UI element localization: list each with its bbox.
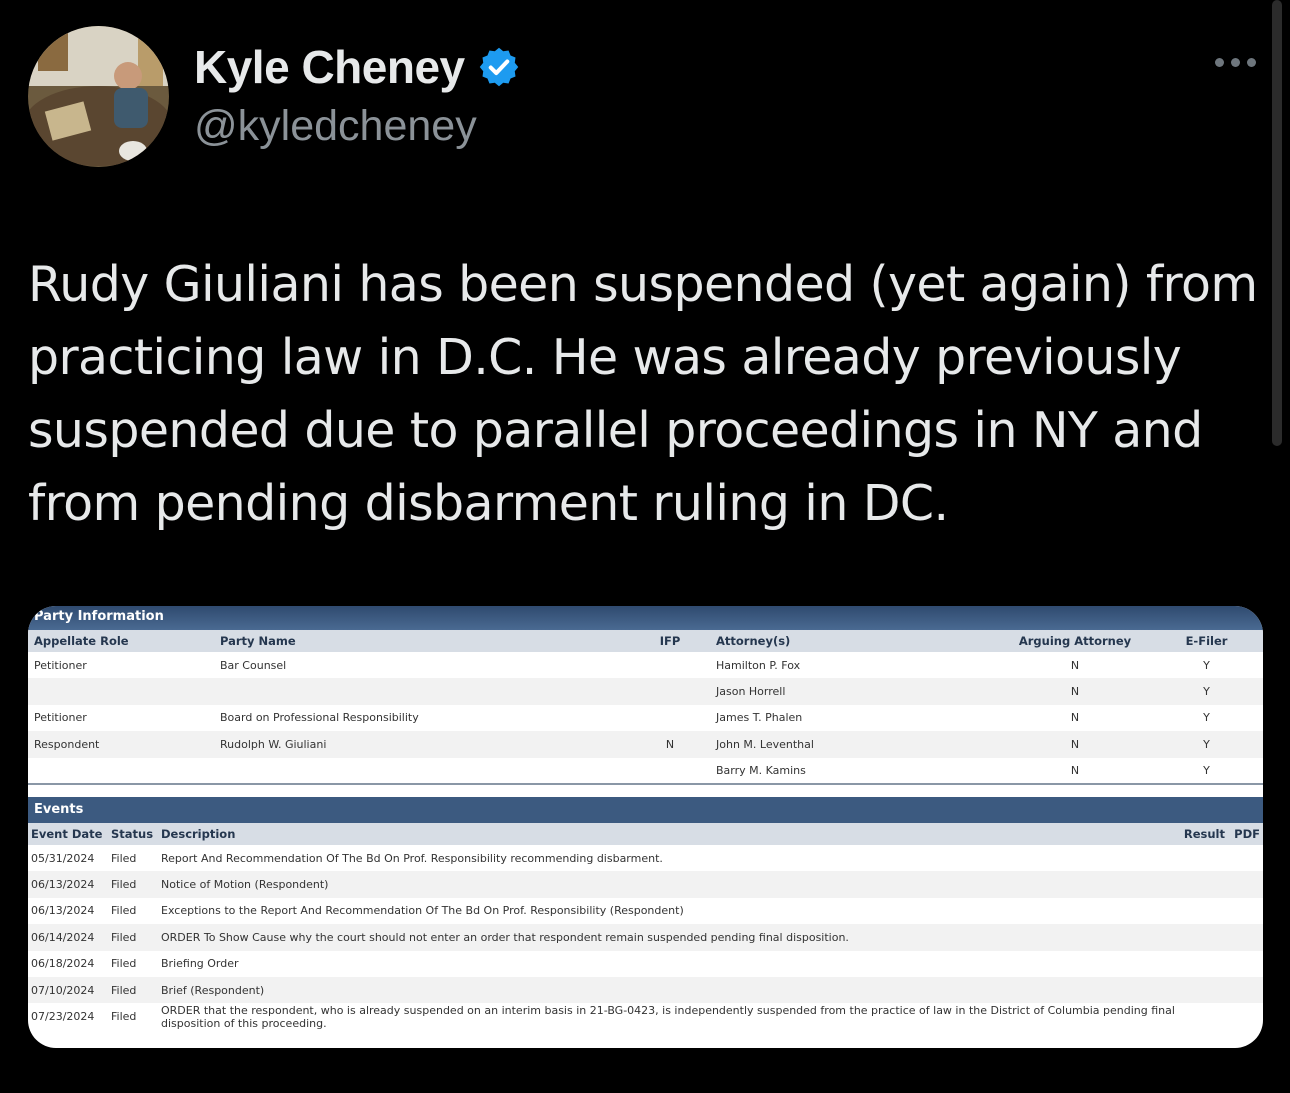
party-efiler: Y	[1203, 711, 1210, 725]
event-row: 05/31/2024 Filed Report And Recommendati…	[28, 845, 1263, 871]
event-status: Filed	[111, 851, 137, 865]
party-efiler: Y	[1203, 763, 1210, 777]
event-row: 06/18/2024 Filed Briefing Order	[28, 951, 1263, 977]
party-col-arguing: Arguing Attorney	[1000, 630, 1150, 652]
event-date: 07/10/2024	[28, 976, 108, 1004]
author-name[interactable]: Kyle Cheney	[194, 40, 465, 94]
more-options-icon[interactable]	[1215, 58, 1256, 67]
party-col-name: Party Name	[214, 630, 630, 652]
event-description: ORDER To Show Cause why the court should…	[158, 924, 1178, 951]
event-date: 05/31/2024	[31, 851, 95, 865]
verified-badge-icon	[479, 47, 518, 87]
event-description: Brief (Respondent)	[158, 976, 1178, 1004]
tweet-header: Kyle Cheney @kyledcheney	[28, 26, 1268, 171]
event-description: Briefing Order	[161, 957, 239, 971]
party-ifp	[630, 678, 710, 705]
party-arguing: N	[1000, 678, 1150, 705]
event-date: 06/13/2024	[28, 871, 108, 898]
party-row: Respondent Rudolph W. Giuliani N John M.…	[28, 731, 1263, 758]
party-role: Petitioner	[34, 711, 87, 725]
party-role: Respondent	[28, 731, 214, 758]
event-description: Notice of Motion (Respondent)	[158, 871, 1178, 898]
party-info-title: Party Information	[28, 606, 1263, 630]
party-row: Jason Horrell N Y	[28, 678, 1263, 705]
party-row: Petitioner Board on Professional Respons…	[28, 705, 1263, 731]
party-attorney: James T. Phalen	[716, 711, 803, 725]
event-description: Report And Recommendation Of The Bd On P…	[161, 851, 663, 865]
party-attorney: Hamilton P. Fox	[716, 658, 801, 672]
party-table: Appellate Role Party Name IFP Attorney(s…	[28, 630, 1263, 785]
party-attorney: John M. Leventhal	[710, 731, 1000, 758]
party-efiler: Y	[1150, 678, 1263, 705]
party-col-ifp: IFP	[630, 630, 710, 652]
party-name: Bar Counsel	[220, 658, 287, 672]
party-role	[28, 758, 214, 784]
party-ifp	[630, 758, 710, 784]
tweet-image[interactable]: Party Information Appellate Role Party N…	[28, 606, 1263, 1048]
event-row: 07/23/2024 Filed ORDER that the responde…	[28, 1003, 1263, 1030]
party-arguing: N	[1070, 658, 1080, 672]
event-date: 06/18/2024	[31, 957, 95, 971]
party-name	[214, 758, 630, 784]
party-header-row: Appellate Role Party Name IFP Attorney(s…	[28, 630, 1263, 652]
party-ifp	[630, 705, 710, 731]
events-col-description: Description	[158, 822, 1178, 845]
event-date: 07/23/2024	[31, 1010, 95, 1024]
party-efiler: Y	[1203, 658, 1210, 672]
event-description: Exceptions to the Report And Recommendat…	[161, 904, 684, 918]
party-name: Board on Professional Responsibility	[220, 711, 419, 725]
party-name: Rudolph W. Giuliani	[214, 731, 630, 758]
party-role	[28, 678, 214, 705]
party-col-role: Appellate Role	[28, 630, 214, 652]
event-status: Filed	[108, 871, 158, 898]
party-row: Barry M. Kamins N Y	[28, 758, 1263, 784]
author-handle[interactable]: @kyledcheney	[194, 102, 477, 151]
event-status: Filed	[111, 1010, 137, 1024]
events-col-status: Status	[108, 822, 158, 845]
event-row: 06/13/2024 Filed Exceptions to the Repor…	[28, 898, 1263, 924]
events-header-row: Event Date Status Description Result PDF	[28, 822, 1263, 845]
events-title: Events	[28, 796, 1263, 823]
event-date: 06/14/2024	[28, 924, 108, 951]
party-role: Petitioner	[34, 658, 87, 672]
page-scrollbar[interactable]	[1272, 0, 1282, 446]
event-status: Filed	[111, 904, 137, 918]
events-col-pdf: PDF	[1228, 822, 1263, 845]
event-status: Filed	[108, 976, 158, 1004]
party-efiler: Y	[1150, 731, 1263, 758]
party-col-efiler: E-Filer	[1150, 630, 1263, 652]
party-row: Petitioner Bar Counsel Hamilton P. Fox N…	[28, 652, 1263, 678]
party-attorney: Jason Horrell	[710, 678, 1000, 705]
party-ifp: N	[630, 731, 710, 758]
avatar[interactable]	[28, 26, 169, 167]
party-name	[214, 678, 630, 705]
events-table: Event Date Status Description Result PDF…	[28, 822, 1263, 1030]
event-status: Filed	[108, 924, 158, 951]
event-description: ORDER that the respondent, who is alread…	[161, 1004, 1175, 1031]
tweet-text: Rudy Giuliani has been suspended (yet ag…	[28, 256, 1258, 532]
event-status: Filed	[111, 957, 137, 971]
event-row: 06/14/2024 Filed ORDER To Show Cause why…	[28, 924, 1263, 951]
event-row: 06/13/2024 Filed Notice of Motion (Respo…	[28, 871, 1263, 898]
party-ifp	[630, 652, 710, 678]
party-arguing: N	[1070, 711, 1080, 725]
party-arguing: N	[1000, 731, 1150, 758]
events-col-date: Event Date	[28, 822, 108, 845]
party-arguing: N	[1070, 763, 1080, 777]
party-col-attorneys: Attorney(s)	[710, 630, 1000, 652]
party-attorney: Barry M. Kamins	[716, 763, 806, 777]
events-col-result: Result	[1178, 822, 1228, 845]
event-row: 07/10/2024 Filed Brief (Respondent)	[28, 976, 1263, 1004]
event-date: 06/13/2024	[31, 904, 95, 918]
